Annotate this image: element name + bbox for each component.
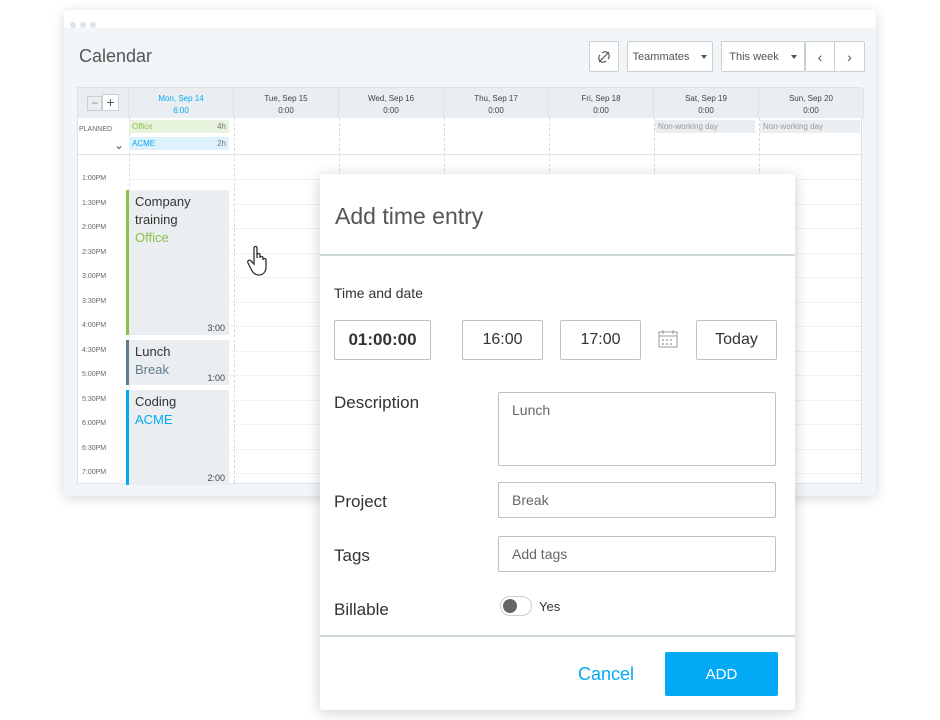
dialog-title: Add time entry [320,174,795,256]
planned-project[interactable]: ACME 2h [129,137,229,150]
chevron-down-icon [701,54,708,59]
day-total: 0:00 [593,106,609,115]
planned-project-hours: 2h [217,139,226,148]
range-dropdown[interactable]: This week [721,41,805,72]
chevron-down-icon[interactable]: ⌄ [114,138,124,152]
chevron-right-icon: › [847,48,852,65]
day-header: Thu, Sep 17 0:00 [444,88,549,118]
chevron-left-icon: ‹ [817,48,823,65]
day-total: 0:00 [803,106,819,115]
link-icon [598,50,610,63]
entry-title: Company training [135,194,191,227]
tags-label: Tags [334,546,370,565]
add-button[interactable]: ADD [665,652,778,696]
non-working-day: Non-working day [655,120,755,133]
zoom-out-button[interactable]: − [87,96,102,111]
day-date: Fri, Sep 18 [581,94,621,103]
time-label: 6:30PM [82,444,107,452]
day-column[interactable] [234,118,235,483]
description-input[interactable]: Lunch [498,392,776,466]
billable-toggle-label: Yes [539,599,561,614]
chevron-down-icon [790,54,797,59]
range-dropdown-label: This week [729,50,779,63]
day-total: 0:00 [383,106,399,115]
day-header: Tue, Sep 15 0:00 [234,88,339,118]
day-header: Wed, Sep 16 0:00 [339,88,444,118]
duration-field[interactable]: 01:00:00 [334,320,431,360]
non-working-day: Non-working day [760,120,860,133]
planned-row: PLANNED ⌄ Office 4h ACME 2h Non-working da… [78,118,861,155]
day-date: Sun, Sep 20 [788,94,834,103]
time-label: 3:00PM [82,273,107,280]
day-header: Fri, Sep 18 0:00 [549,88,654,118]
today-button[interactable]: Today [696,320,777,360]
next-week-button[interactable]: › [834,41,865,72]
time-label: 1:00PM [82,175,107,182]
time-label: 3:30PM [82,297,107,305]
window-dot [80,22,86,28]
teammates-dropdown[interactable]: Teammates [627,41,713,72]
time-label: 5:30PM [82,395,107,403]
toggle-knob [503,599,517,613]
window-chrome [64,10,876,28]
time-label: 2:30PM [82,248,107,256]
day-header: Mon, Sep 14 6:00 [129,88,234,118]
integration-button[interactable] [589,41,619,72]
time-label: 4:00PM [82,322,107,329]
time-label: 5:00PM [82,371,107,378]
tags-input[interactable]: Add tags [498,536,776,572]
end-time-field[interactable]: 17:00 [560,320,641,360]
time-label: 7:00PM [82,469,107,476]
planned-project-name: ACME [132,139,156,148]
entry-title: Coding [135,394,177,409]
time-label: 2:00PM [82,224,107,231]
billable-label: Billable [334,600,389,619]
day-header: Sun, Sep 20 0:00 [759,88,864,118]
hand-cursor-icon [247,245,267,276]
previous-week-button[interactable]: ‹ [805,41,835,72]
day-date: Wed, Sep 16 [367,94,415,103]
planned-project[interactable]: Office 4h [129,120,229,133]
add-time-entry-dialog: Add time entry Time and date 01:00:00 16… [320,174,795,710]
billable-toggle[interactable] [500,596,532,616]
time-entry[interactable]: Company training Office 3:00 [126,190,229,335]
time-label: 4:30PM [82,346,107,354]
project-label: Project [334,492,387,511]
time-label: 1:30PM [82,199,107,207]
planned-project-hours: 4h [217,122,226,131]
time-entry[interactable]: Coding ACME 2:00 [126,390,229,485]
calendar-icon[interactable] [658,330,678,348]
entry-duration: 2:00 [207,473,225,483]
entry-project: Office [135,230,169,245]
page-title: Calendar [79,46,153,66]
window-dot [70,22,76,28]
start-time-field[interactable]: 16:00 [462,320,543,360]
day-total: 0:00 [698,106,714,115]
entry-duration: 3:00 [207,323,225,333]
window-dot [90,22,96,28]
teammates-dropdown-label: Teammates [632,50,690,63]
day-date: Mon, Sep 14 [158,94,204,103]
planned-project-name: Office [132,122,153,131]
planned-label: PLANNED [79,126,113,133]
cancel-button[interactable]: Cancel [578,664,634,685]
entry-project: ACME [135,412,173,427]
project-select[interactable]: Break [498,482,776,518]
description-label: Description [334,393,420,412]
time-and-date-label: Time and date [334,285,423,301]
day-date: Sat, Sep 19 [685,94,727,103]
time-entry[interactable]: Lunch Break 1:00 [126,340,229,385]
dialog-footer-divider [320,635,795,637]
day-total: 0:00 [278,106,294,115]
entry-title: Lunch [135,344,171,359]
day-total: 0:00 [488,106,504,115]
zoom-controls: − + [78,88,129,118]
time-label: 6:00PM [82,420,107,427]
entry-duration: 1:00 [207,373,225,383]
zoom-in-button[interactable]: + [102,94,119,111]
day-header: Sat, Sep 19 0:00 [654,88,759,118]
day-total: 6:00 [173,106,189,115]
day-date: Thu, Sep 17 [474,94,518,103]
day-date: Tue, Sep 15 [264,94,308,103]
